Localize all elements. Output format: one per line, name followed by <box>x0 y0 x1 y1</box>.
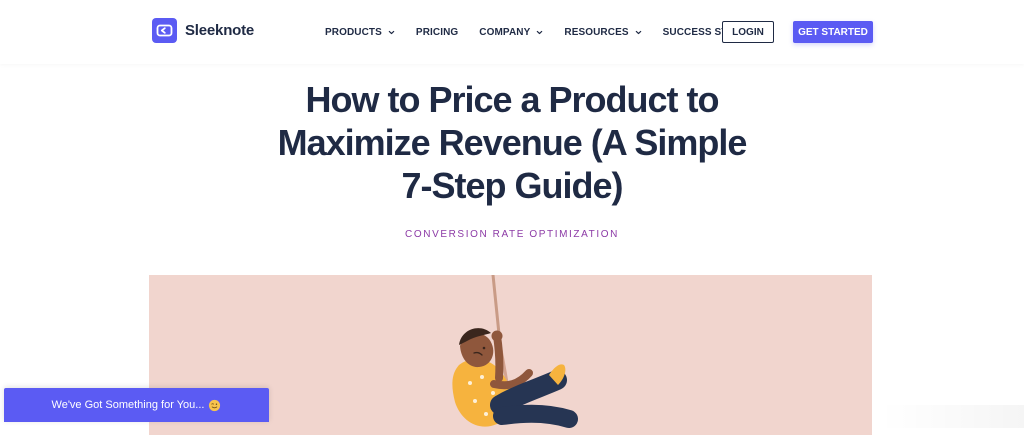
chevron-down-icon <box>635 30 641 34</box>
winking-face-icon <box>209 399 221 411</box>
brand-name: Sleeknote <box>185 22 255 39</box>
promo-banner[interactable]: We've Got Something for You... <box>4 388 269 422</box>
get-started-button[interactable]: GET STARTED <box>793 21 873 43</box>
article-category[interactable]: CONVERSION RATE OPTIMIZATION <box>0 229 1024 240</box>
nav-pricing-label: PRICING <box>415 26 459 38</box>
main-navigation: PRODUCTS PRICING COMPANY RESOURCES SUCCE… <box>325 0 759 64</box>
nav-company-label: COMPANY <box>479 26 531 38</box>
nav-resources-label: RESOURCES <box>564 26 629 38</box>
chevron-down-icon <box>388 30 395 34</box>
article-title: How to Price a Product to Maximize Reven… <box>277 79 748 206</box>
sleeknote-logo-icon <box>152 18 177 43</box>
chevron-down-icon <box>537 30 543 34</box>
login-button[interactable]: LOGIN <box>722 21 774 43</box>
nav-resources[interactable]: RESOURCES <box>564 27 641 38</box>
promo-label: We've Got Something for You... <box>51 399 205 411</box>
nav-products-label: PRODUCTS <box>325 26 382 38</box>
nav-company[interactable]: COMPANY <box>479 27 543 38</box>
site-header: Sleeknote PRODUCTS PRICING COMPANY RESOU… <box>0 0 1024 64</box>
corner-shadow <box>880 405 1024 428</box>
nav-pricing[interactable]: PRICING <box>416 27 458 38</box>
sleeknote-logo[interactable]: Sleeknote <box>152 18 254 43</box>
nav-products[interactable]: PRODUCTS <box>325 27 395 38</box>
